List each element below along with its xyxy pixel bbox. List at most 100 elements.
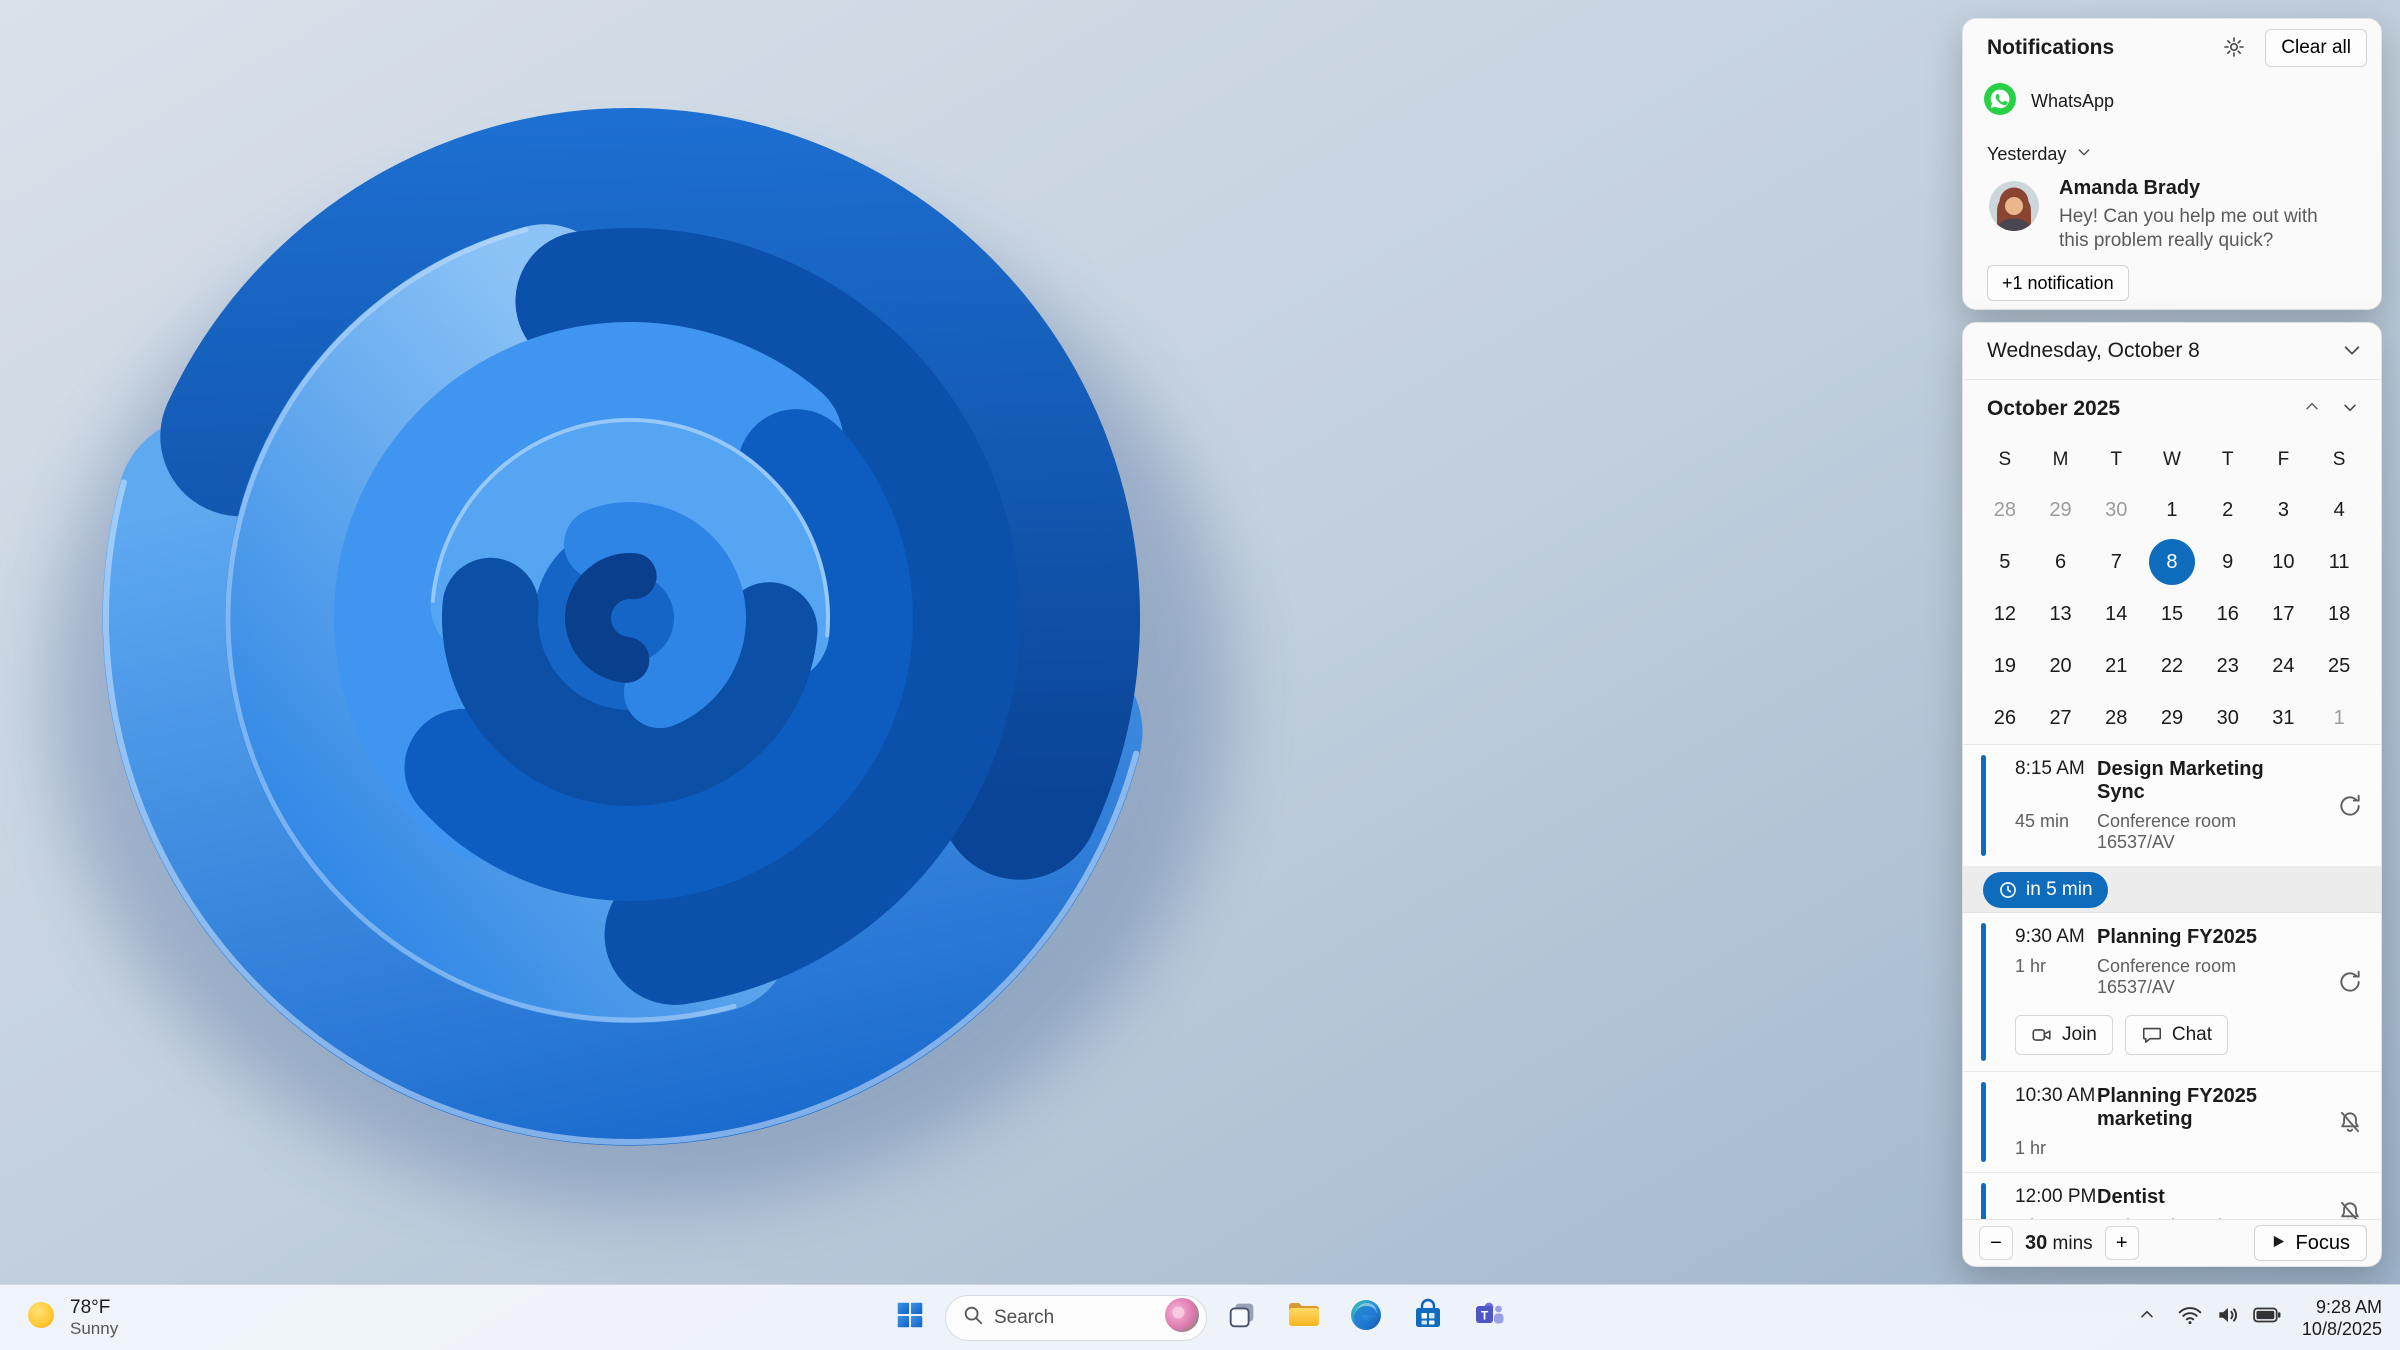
store-icon <box>1410 1297 1446 1338</box>
event-actions: Join Chat <box>1963 1011 2381 1071</box>
desktop: Notifications Clear all WhatsApp Yesterd… <box>0 0 2400 1350</box>
weather-condition: Sunny <box>70 1318 119 1338</box>
calendar-day[interactable]: 27 <box>2038 695 2084 741</box>
agenda-event[interactable]: 9:30 AM Planning FY2025 1 hr Conference roo… <box>1963 913 2381 1072</box>
calendar-day[interactable]: 5 <box>1982 539 2028 585</box>
event-accent-bar <box>1981 1183 1986 1221</box>
start-focus-button[interactable]: Focus <box>2253 1225 2367 1261</box>
calendar-day[interactable]: 6 <box>2038 539 2084 585</box>
chevron-down-icon <box>2076 144 2092 165</box>
clock-time: 9:28 AM <box>2315 1296 2382 1317</box>
focus-session-bar: − 30 mins + Focus <box>1963 1219 2381 1266</box>
bell-off-icon <box>2337 1199 2363 1221</box>
calendar-day[interactable]: 14 <box>2093 591 2139 637</box>
calendar-day[interactable]: 24 <box>2260 643 2306 689</box>
calendar-day[interactable]: 4 <box>2316 487 2362 533</box>
file-explorer-button[interactable] <box>1277 1291 1331 1345</box>
chat-button[interactable]: Chat <box>2124 1015 2228 1055</box>
event-title: Planning FY2025 <box>2097 926 2258 948</box>
focus-duration-value: 30 <box>2025 1231 2048 1254</box>
calendar-day[interactable]: 30 <box>2205 695 2251 741</box>
calendar-month-nav: October 2025 <box>1963 381 2381 436</box>
collapse-calendar-button[interactable] <box>2333 332 2371 370</box>
calendar-date-header: Wednesday, October 8 <box>1963 323 2381 380</box>
clear-all-button[interactable]: Clear all <box>2265 29 2367 67</box>
calendar-day[interactable]: 28 <box>1982 487 2028 533</box>
calendar-day[interactable]: 7 <box>2093 539 2139 585</box>
day-of-week-header: S <box>2332 449 2346 470</box>
task-view-button[interactable] <box>1215 1291 1269 1345</box>
clock-widget[interactable]: 9:28 AM 10/8/2025 <box>2292 1296 2392 1340</box>
edge-button[interactable] <box>1339 1291 1393 1345</box>
taskbar-search-box[interactable]: Search <box>945 1294 1207 1341</box>
calendar-day[interactable]: 26 <box>1982 695 2028 741</box>
notification-settings-button[interactable] <box>2215 29 2253 67</box>
agenda-event[interactable]: 8:15 AM Design Marketing Sync 45 min Confer… <box>1963 745 2381 867</box>
more-notifications-label: +1 notification <box>2002 272 2114 293</box>
calendar-day[interactable]: 22 <box>2149 643 2195 689</box>
calendar-day[interactable]: 18 <box>2316 591 2362 637</box>
calendar-day[interactable]: 29 <box>2149 695 2195 741</box>
play-icon <box>2271 1232 2286 1255</box>
notification-center-panel: Notifications Clear all WhatsApp Yesterd… <box>1962 18 2382 1267</box>
bell-off-icon <box>2337 1109 2363 1135</box>
join-button[interactable]: Join <box>2015 1015 2113 1055</box>
calendar-day[interactable]: 1 <box>2149 487 2195 533</box>
calendar-day[interactable]: 12 <box>1982 591 2028 637</box>
calendar-day[interactable]: 13 <box>2038 591 2084 637</box>
chevron-down-icon <box>2341 339 2363 364</box>
calendar-day[interactable]: 2 <box>2205 487 2251 533</box>
agenda-event[interactable]: 12:00 PMDentist1 hrRedmond Dentistry <box>1963 1173 2381 1221</box>
calendar-day[interactable]: 16 <box>2205 591 2251 637</box>
svg-text:T: T <box>1481 1309 1489 1323</box>
calendar-day[interactable]: 3 <box>2260 487 2306 533</box>
notification-group-toggle[interactable]: Yesterday <box>1987 139 2092 169</box>
calendar-day-today[interactable]: 8 <box>2148 539 2195 585</box>
previous-month-button[interactable] <box>2293 390 2331 428</box>
reminder-label: in 5 min <box>2026 878 2093 900</box>
calendar-day[interactable]: 31 <box>2260 695 2306 741</box>
start-button[interactable] <box>883 1291 937 1345</box>
calendar-day[interactable]: 23 <box>2205 643 2251 689</box>
avatar <box>1989 181 2039 231</box>
event-time: 9:30 AM <box>2015 926 2085 947</box>
search-placeholder: Search <box>994 1306 1055 1328</box>
decrease-duration-button[interactable]: − <box>1979 1226 2013 1260</box>
calendar-day[interactable]: 9 <box>2205 539 2251 585</box>
calendar-day[interactable]: 11 <box>2316 539 2362 585</box>
day-of-week-header: T <box>2110 449 2123 470</box>
calendar-day[interactable]: 19 <box>1982 643 2028 689</box>
edge-icon <box>1348 1297 1384 1338</box>
calendar-day[interactable]: 21 <box>2093 643 2139 689</box>
agenda-event[interactable]: 10:30 AM Planning FY2025 marketing 1 hr <box>1963 1072 2381 1173</box>
agenda-list: 8:15 AM Design Marketing Sync 45 min Confer… <box>1963 744 2381 1221</box>
calendar-day[interactable]: 30 <box>2093 487 2139 533</box>
focus-duration: 30 mins <box>2025 1232 2093 1255</box>
hidden-icons-button[interactable] <box>2128 1295 2166 1341</box>
calendar-day[interactable]: 29 <box>2038 487 2084 533</box>
more-notifications-button[interactable]: +1 notification <box>1987 265 2129 301</box>
store-button[interactable] <box>1401 1291 1455 1345</box>
notifications-title: Notifications <box>1987 36 2115 59</box>
next-month-button[interactable] <box>2331 390 2369 428</box>
calendar-day[interactable]: 20 <box>2038 643 2084 689</box>
calendar-day[interactable]: 15 <box>2149 591 2195 637</box>
calendar-day[interactable]: 25 <box>2316 643 2362 689</box>
event-title: Design Marketing Sync <box>2097 758 2264 803</box>
calendar-day[interactable]: 17 <box>2260 591 2306 637</box>
notification-app-group[interactable]: WhatsApp <box>1983 81 2361 121</box>
notification-item[interactable]: Amanda Brady Hey! Can you help me out wi… <box>1963 173 2381 263</box>
calendar-day[interactable]: 1 <box>2316 695 2362 741</box>
calendar-day[interactable]: 10 <box>2260 539 2306 585</box>
network-volume-battery-button[interactable] <box>2168 1295 2290 1341</box>
minus-label: − <box>1990 1231 2002 1254</box>
day-of-week-header: M <box>2052 449 2069 470</box>
weather-widget[interactable]: 78°F Sunny <box>10 1291 130 1344</box>
increase-duration-button[interactable]: + <box>2104 1226 2139 1260</box>
weather-temperature: 78°F <box>70 1296 111 1318</box>
file-explorer-icon <box>1286 1297 1322 1338</box>
day-of-week-header: S <box>1998 449 2012 470</box>
calendar-day[interactable]: 28 <box>2093 695 2139 741</box>
teams-chat-button[interactable]: T <box>1463 1291 1517 1345</box>
calendar-day-headers: SMTWTFS <box>1977 436 2367 484</box>
